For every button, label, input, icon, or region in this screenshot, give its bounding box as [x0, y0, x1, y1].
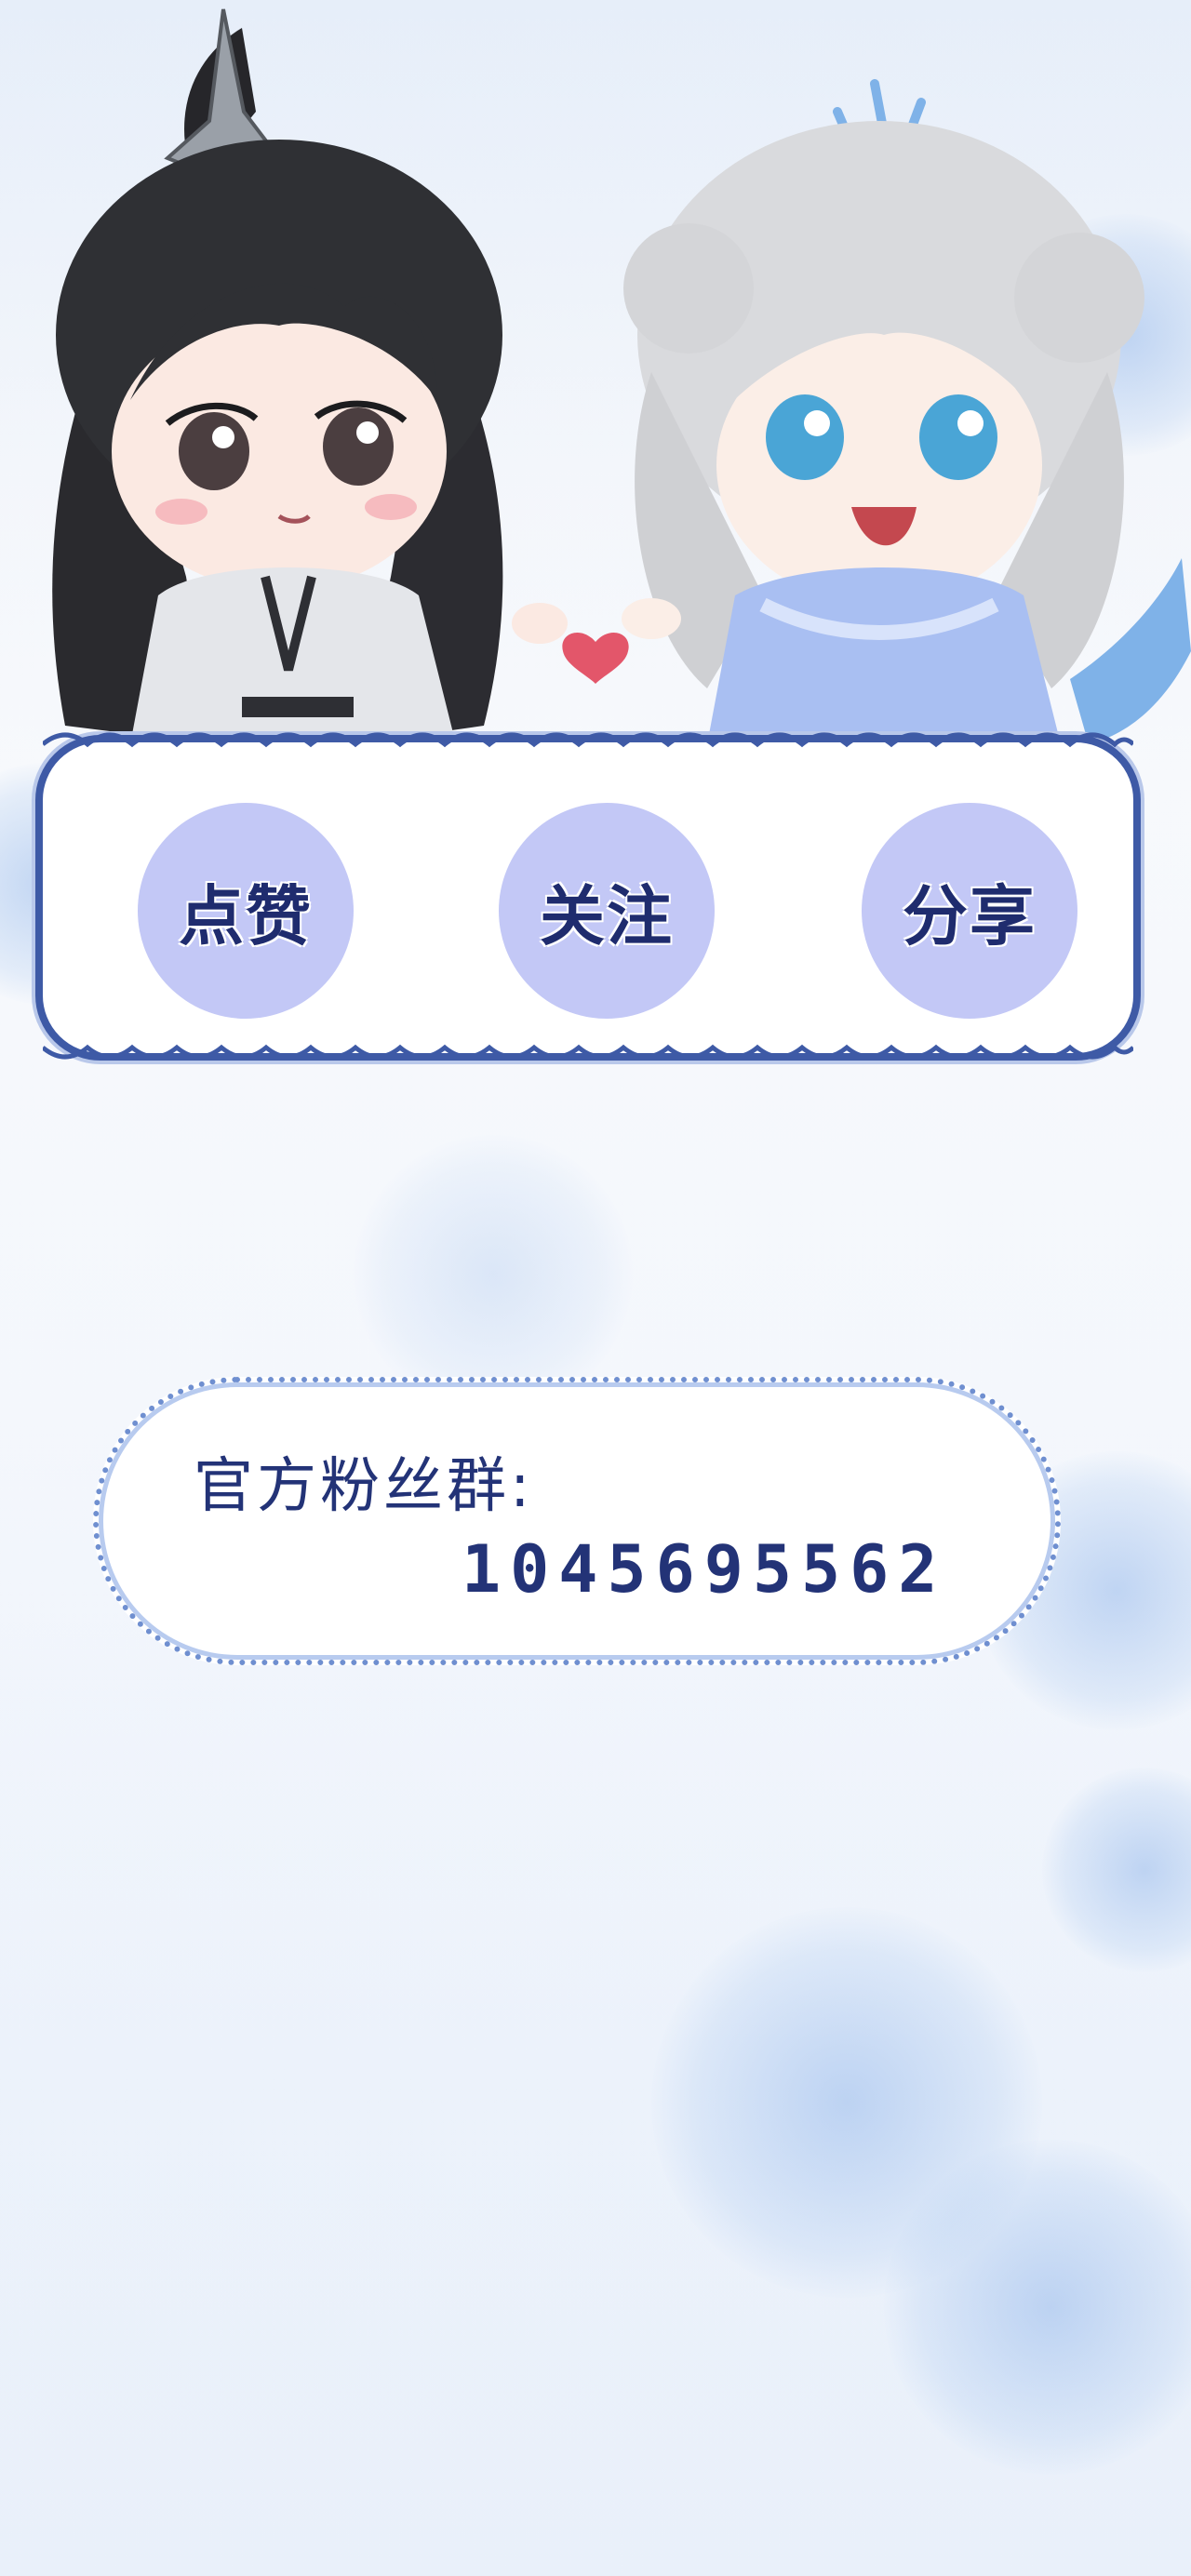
scallop-border-bottom [43, 1044, 1133, 1060]
follow-button-label: 关注 [540, 877, 674, 954]
scallop-border-top [43, 732, 1133, 748]
like-button-label: 点赞 [179, 877, 313, 954]
fan-group-number: 1045695562 [462, 1531, 947, 1608]
heart-icon [562, 632, 629, 684]
action-buttons-panel: 点赞 关注 分享 [35, 732, 1141, 1061]
silver-haired-mermaid-character [622, 79, 1191, 744]
dark-haired-character [52, 8, 568, 744]
fan-group-label: 官方粉丝群: [194, 1452, 534, 1521]
fan-group-panel: 官方粉丝群: 1045695562 [93, 1377, 1061, 1665]
follow-button[interactable]: 关注 [499, 803, 715, 1019]
share-button-label: 分享 [903, 877, 1037, 954]
chibi-characters-illustration [52, 8, 1191, 744]
share-button[interactable]: 分享 [862, 803, 1077, 1019]
like-button[interactable]: 点赞 [138, 803, 354, 1019]
